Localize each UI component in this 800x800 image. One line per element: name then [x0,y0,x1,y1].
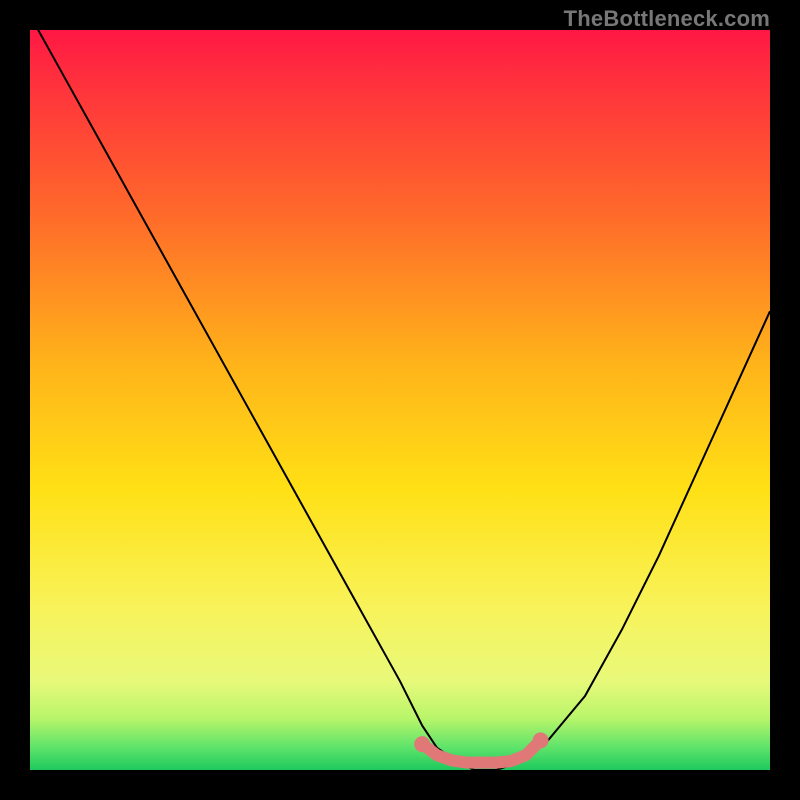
watermark-label: TheBottleneck.com [564,6,770,32]
plot-area [30,30,770,770]
chart-svg [30,30,770,770]
chart-container: TheBottleneck.com [0,0,800,800]
gradient-background [30,30,770,770]
